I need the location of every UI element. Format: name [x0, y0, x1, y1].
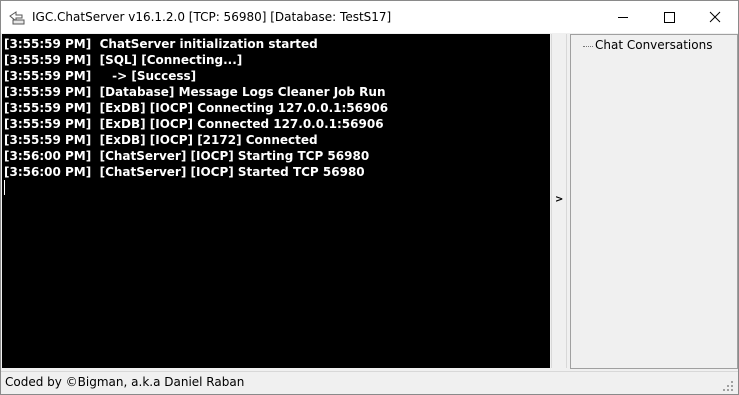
- log-line: [3:55:59 PM] ChatServer initialization s…: [4, 37, 318, 51]
- close-button[interactable]: [692, 1, 738, 33]
- minimize-button[interactable]: [600, 1, 646, 33]
- log-line: [3:56:00 PM] [ChatServer] [IOCP] Started…: [4, 165, 365, 179]
- close-icon: [709, 11, 721, 23]
- window-title: IGC.ChatServer v16.1.2.0 [TCP: 56980] [D…: [32, 10, 392, 24]
- status-text: Coded by ©Bigman, a.k.a Daniel Raban: [5, 375, 245, 389]
- text-caret: [4, 180, 5, 195]
- status-bar: Coded by ©Bigman, a.k.a Daniel Raban: [1, 371, 738, 394]
- log-line: [3:55:59 PM] -> [Success]: [4, 69, 197, 83]
- maximize-button[interactable]: [646, 1, 692, 33]
- tree-node-chat-conversations[interactable]: Chat Conversations: [595, 38, 712, 53]
- app-icon: [9, 10, 25, 25]
- panel-splitter[interactable]: >: [551, 34, 567, 368]
- log-line: [3:55:59 PM] [Database] Message Logs Cle…: [4, 85, 386, 99]
- log-line: [3:56:00 PM] [ChatServer] [IOCP] Startin…: [4, 149, 370, 163]
- app-window: IGC.ChatServer v16.1.2.0 [TCP: 56980] [D…: [0, 0, 739, 395]
- log-line: [3:55:59 PM] [ExDB] [IOCP] [2172] Connec…: [4, 133, 318, 147]
- minimize-icon: [618, 17, 628, 18]
- log-line: [3:55:59 PM] [ExDB] [IOCP] Connecting 12…: [4, 101, 389, 115]
- resize-grip-icon[interactable]: [722, 380, 734, 392]
- log-line: [3:55:59 PM] [ExDB] [IOCP] Connected 127…: [4, 117, 384, 131]
- maximize-icon: [664, 12, 675, 23]
- title-bar[interactable]: IGC.ChatServer v16.1.2.0 [TCP: 56980] [D…: [1, 1, 738, 33]
- log-console[interactable]: [3:55:59 PM] ChatServer initialization s…: [2, 34, 550, 368]
- tree-connector-line: [583, 46, 593, 47]
- log-line: [3:55:59 PM] [SQL] [Connecting...]: [4, 53, 243, 67]
- conversations-tree[interactable]: Chat Conversations: [570, 34, 738, 369]
- collapse-arrow-icon[interactable]: >: [555, 194, 563, 206]
